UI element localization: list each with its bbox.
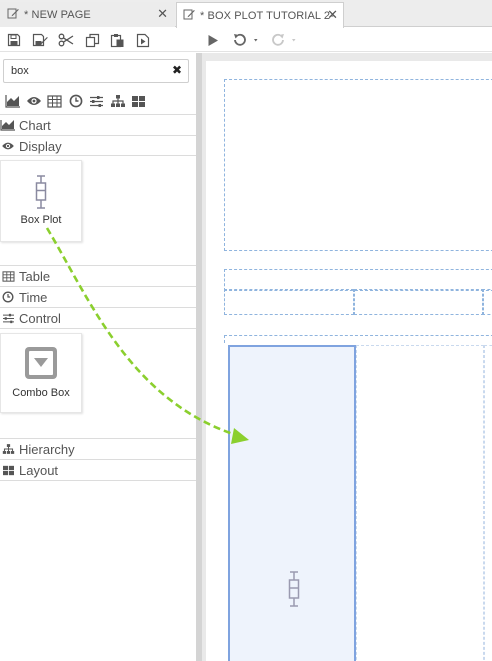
redo-icon[interactable] — [270, 31, 300, 49]
paste-icon[interactable] — [108, 31, 126, 49]
cut-icon[interactable] — [57, 31, 75, 49]
widget-panel: ✖ Chart Display Box Plot Table Time — [0, 53, 196, 661]
widget-label: Combo Box — [12, 387, 70, 399]
area-chart-icon — [0, 118, 16, 132]
tab-bar: * NEW PAGE ✕ * BOX PLOT TUTORIAL 2- ✕ — [0, 0, 492, 28]
design-canvas — [202, 53, 492, 661]
search-input[interactable] — [11, 63, 171, 79]
close-icon[interactable]: ✕ — [327, 8, 338, 22]
tab-label: * NEW PAGE — [24, 8, 91, 21]
widget-box-plot[interactable]: Box Plot — [0, 160, 82, 242]
box-plot-icon — [287, 571, 301, 610]
search-box: ✖ — [3, 59, 189, 83]
drop-target-cell[interactable] — [228, 345, 356, 661]
section-hierarchy[interactable]: Hierarchy — [0, 438, 196, 459]
sliders-icon — [0, 311, 16, 325]
divider — [0, 328, 196, 329]
tab-label: * BOX PLOT TUTORIAL 2- — [200, 9, 334, 22]
divider — [0, 155, 196, 156]
play-icon[interactable] — [204, 31, 222, 49]
layout-cell[interactable] — [356, 345, 484, 661]
section-time[interactable]: Time — [0, 286, 196, 307]
section-label: Control — [19, 310, 61, 326]
divider — [0, 480, 196, 481]
hierarchy-icon — [0, 442, 16, 456]
close-icon[interactable]: ✕ — [157, 7, 168, 21]
box-plot-icon — [1, 175, 81, 209]
layout-container[interactable] — [224, 79, 492, 251]
table-icon[interactable] — [44, 92, 65, 110]
tab-box-plot-tutorial[interactable]: * BOX PLOT TUTORIAL 2- ✕ — [176, 2, 344, 28]
layout-container[interactable] — [224, 269, 492, 291]
section-label: Table — [19, 268, 51, 284]
tab-new-page[interactable]: * NEW PAGE ✕ — [0, 2, 175, 27]
layout-container[interactable] — [224, 335, 492, 343]
table-icon — [0, 269, 16, 283]
hierarchy-icon[interactable] — [107, 92, 128, 110]
widget-label: Box Plot — [20, 214, 62, 226]
section-table[interactable]: Table — [0, 265, 196, 286]
layout-cell[interactable] — [482, 289, 492, 315]
layout-cell[interactable] — [484, 345, 492, 661]
copy-icon[interactable] — [83, 31, 101, 49]
clock-icon — [0, 290, 16, 304]
section-chart[interactable]: Chart — [0, 114, 196, 135]
eye-icon[interactable] — [23, 92, 44, 110]
section-label: Layout — [19, 462, 59, 478]
layout-grid-icon[interactable] — [128, 92, 149, 110]
save-as-icon[interactable] — [31, 31, 49, 49]
area-chart-icon[interactable] — [2, 92, 23, 110]
sliders-icon[interactable] — [86, 92, 107, 110]
save-icon[interactable] — [5, 31, 23, 49]
page-surface — [206, 61, 492, 661]
undo-icon[interactable] — [230, 31, 260, 49]
section-label: Time — [19, 289, 48, 305]
combo-box-icon — [1, 346, 81, 380]
clock-icon[interactable] — [65, 92, 86, 110]
layout-grid-icon — [0, 463, 16, 477]
eye-icon — [0, 139, 16, 153]
section-label: Chart — [19, 117, 51, 133]
category-filter-bar — [2, 91, 149, 111]
preview-icon[interactable] — [134, 31, 152, 49]
layout-cell[interactable] — [354, 289, 484, 315]
clear-icon[interactable]: ✖ — [172, 63, 182, 77]
widget-combo-box[interactable]: Combo Box — [0, 333, 82, 413]
section-control[interactable]: Control — [0, 307, 196, 328]
edit-icon — [183, 8, 195, 23]
section-layout[interactable]: Layout — [0, 459, 196, 480]
toolbar — [0, 28, 492, 52]
layout-cell[interactable] — [224, 289, 354, 315]
section-label: Hierarchy — [19, 441, 75, 457]
edit-icon — [7, 7, 19, 22]
section-label: Display — [19, 138, 62, 154]
section-display[interactable]: Display — [0, 135, 196, 156]
